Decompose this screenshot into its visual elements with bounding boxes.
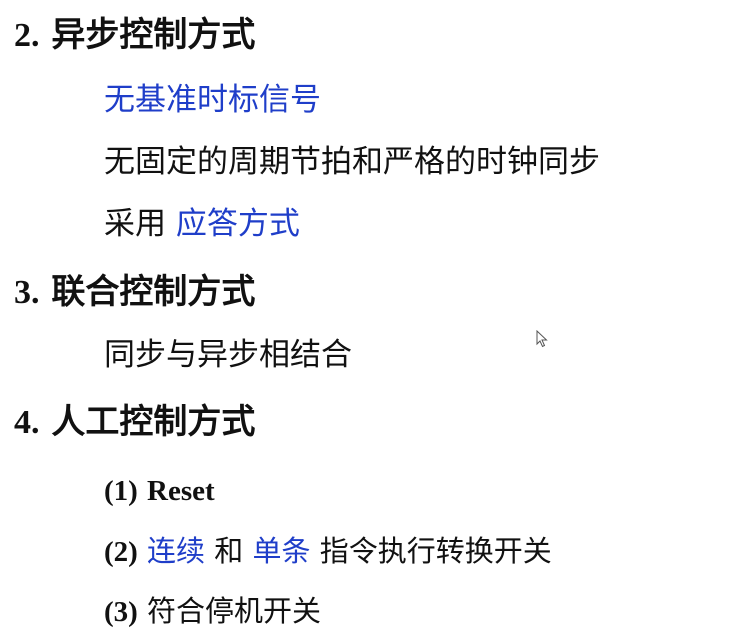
- adopt-prefix: 采用: [104, 206, 166, 242]
- heading-text: 联合控制方式: [51, 272, 256, 312]
- heading-text: 人工控制方式: [51, 402, 256, 442]
- list-item-instruction-switch: (2) 连续 和 单条 指令执行转换开关: [104, 537, 552, 567]
- sync-async-combined-line: 同步与异步相结合: [104, 337, 352, 373]
- single-step-term: 单条: [252, 534, 311, 568]
- heading-manual-control: 4. 人工控制方式: [14, 405, 255, 440]
- list-item-number: (3): [104, 596, 138, 628]
- adopt-method-line: 采用 应答方式: [104, 209, 300, 240]
- heading-number: 4.: [14, 404, 40, 441]
- heading-text: 异步控制方式: [51, 15, 256, 55]
- list-item-halt-switch: (3) 符合停机开关: [104, 597, 321, 627]
- heading-number: 2.: [14, 17, 40, 54]
- heading-combined-control: 3. 联合控制方式: [14, 275, 255, 310]
- list-item-reset: (1) Reset: [104, 476, 215, 506]
- no-fixed-period-line: 无固定的周期节拍和严格的时钟同步: [104, 144, 600, 180]
- list-item-number: (1): [104, 475, 138, 507]
- continuous-term: 连续: [147, 534, 206, 568]
- heading-async-control: 2. 异步控制方式: [14, 18, 255, 53]
- reset-label: Reset: [147, 475, 215, 507]
- and-word: 和: [214, 534, 244, 568]
- handshake-method-term: 应答方式: [175, 206, 300, 242]
- no-reference-signal-line: 无基准时标信号: [104, 82, 321, 118]
- list-item-number: (2): [104, 536, 138, 568]
- mouse-pointer-icon: [536, 330, 548, 348]
- heading-number: 3.: [14, 274, 40, 311]
- instruction-switch-text: 指令执行转换开关: [319, 534, 552, 568]
- halt-switch-text: 符合停机开关: [147, 594, 322, 628]
